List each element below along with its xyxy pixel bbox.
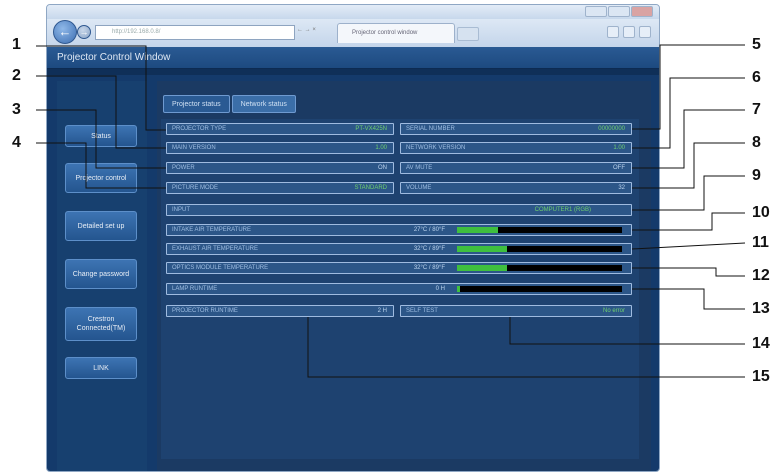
browser-tab[interactable]: Projector control window <box>337 23 455 43</box>
projector-type-label: PROJECTOR TYPE <box>172 126 227 132</box>
minimize-button[interactable] <box>585 6 607 17</box>
intake-air-temp-bar <box>457 227 622 233</box>
callout-14: 14 <box>752 335 770 352</box>
sidebar: Status Projector control Detailed set up… <box>57 81 147 471</box>
self-test-field: SELF TEST No error <box>400 305 632 317</box>
address-controls[interactable]: ← → × <box>297 27 316 33</box>
serial-number-label: SERIAL NUMBER <box>406 126 455 132</box>
callout-12: 12 <box>752 267 770 284</box>
callout-15: 15 <box>752 368 770 385</box>
callout-1: 1 <box>12 36 21 53</box>
maximize-button[interactable] <box>608 6 630 17</box>
volume-field: VOLUME 32 <box>400 182 632 194</box>
network-version-field: NETWORK VERSION 1.00 <box>400 142 632 154</box>
power-label: POWER <box>172 165 195 171</box>
projector-type-value: PT-VX425N <box>355 126 387 132</box>
sidebar-item-crestron[interactable]: Crestron Connected(TM) <box>65 307 137 341</box>
volume-value: 32 <box>618 185 625 191</box>
projector-runtime-value: 2 H <box>377 308 387 314</box>
content-area: Projector status Network status <box>157 81 651 471</box>
callout-7: 7 <box>752 101 761 118</box>
volume-label: VOLUME <box>406 185 432 191</box>
callout-3: 3 <box>12 101 21 118</box>
page: Projector Control Window Status Projecto… <box>47 47 659 471</box>
picture-mode-value: STANDARD <box>354 185 387 191</box>
sidebar-item-detailed-setup[interactable]: Detailed set up <box>65 211 137 241</box>
network-version-label: NETWORK VERSION <box>406 145 466 151</box>
exhaust-air-temp-field: EXHAUST AIR TEMPERATURE 32°C / 89°F <box>166 243 632 255</box>
tab-projector-status[interactable]: Projector status <box>163 95 230 113</box>
exhaust-air-temp-bar-fill <box>457 246 507 252</box>
optics-temp-label: OPTICS MODULE TEMPERATURE <box>172 265 269 271</box>
self-test-value: No error <box>602 308 625 314</box>
lamp-runtime-label: LAMP RUNTIME <box>172 286 218 292</box>
intake-air-temp-label: INTAKE AIR TEMPERATURE <box>172 227 252 233</box>
lamp-runtime-bar <box>457 286 622 292</box>
projector-type-field: PROJECTOR TYPE PT-VX425N <box>166 123 394 135</box>
new-tab-button[interactable] <box>457 27 479 41</box>
callout-10: 10 <box>752 204 770 221</box>
status-tabs: Projector status Network status <box>163 95 296 113</box>
sidebar-item-link[interactable]: LINK <box>65 357 137 379</box>
lamp-runtime-field: LAMP RUNTIME 0 H <box>166 283 632 295</box>
optics-temp-bar-fill <box>457 265 507 271</box>
main-version-field: MAIN VERSION 1.00 <box>166 142 394 154</box>
callout-8: 8 <box>752 134 761 151</box>
callout-9: 9 <box>752 167 761 184</box>
intake-air-temp-bar-fill <box>457 227 499 233</box>
input-value: COMPUTER1 (RGB) <box>534 207 591 213</box>
picture-mode-label: PICTURE MODE <box>172 185 219 191</box>
browser-toolbar: ← → http://192.168.0.8/ ← → × Projector … <box>47 19 659 47</box>
optics-temp-field: OPTICS MODULE TEMPERATURE 32°C / 89°F <box>166 262 632 274</box>
main-version-label: MAIN VERSION <box>172 145 216 151</box>
av-mute-label: AV MUTE <box>406 165 433 171</box>
intake-air-temp-field: INTAKE AIR TEMPERATURE 27°C / 80°F <box>166 224 632 236</box>
address-bar[interactable]: http://192.168.0.8/ <box>95 25 295 40</box>
sidebar-item-status[interactable]: Status <box>65 125 137 147</box>
input-label: INPUT <box>172 207 190 213</box>
exhaust-air-temp-label: EXHAUST AIR TEMPERATURE <box>172 246 259 252</box>
input-field: INPUT COMPUTER1 (RGB) <box>166 204 632 216</box>
optics-temp-bar <box>457 265 622 271</box>
serial-number-value: 00000000 <box>598 126 625 132</box>
network-version-value: 1.00 <box>613 145 625 151</box>
self-test-label: SELF TEST <box>406 308 438 314</box>
callout-2: 2 <box>12 67 21 84</box>
projector-runtime-field: PROJECTOR RUNTIME 2 H <box>166 305 394 317</box>
intake-air-temp-value: 27°C / 80°F <box>413 227 445 233</box>
back-arrow-icon[interactable]: ← <box>53 20 77 44</box>
lamp-runtime-value: 0 H <box>435 286 445 292</box>
settings-gear-icon[interactable] <box>639 26 651 38</box>
callout-13: 13 <box>752 300 770 317</box>
sidebar-item-projector-control[interactable]: Projector control <box>65 163 137 193</box>
exhaust-air-temp-bar <box>457 246 622 252</box>
picture-mode-field: PICTURE MODE STANDARD <box>166 182 394 194</box>
header-strip <box>47 69 659 75</box>
callout-4: 4 <box>12 134 21 151</box>
window-titlebar <box>47 5 659 19</box>
forward-arrow-icon[interactable]: → <box>77 25 91 39</box>
lamp-runtime-bar-fill <box>457 286 461 292</box>
favorites-star-icon[interactable] <box>623 26 635 38</box>
callout-5: 5 <box>752 36 761 53</box>
av-mute-field: AV MUTE OFF <box>400 162 632 174</box>
sidebar-item-change-password[interactable]: Change password <box>65 259 137 289</box>
home-icon[interactable] <box>607 26 619 38</box>
browser-window: ← → http://192.168.0.8/ ← → × Projector … <box>46 4 660 472</box>
projector-runtime-label: PROJECTOR RUNTIME <box>172 308 238 314</box>
exhaust-air-temp-value: 32°C / 89°F <box>413 246 445 252</box>
callout-11: 11 <box>752 234 769 251</box>
callout-6: 6 <box>752 69 761 86</box>
power-value: ON <box>378 165 387 171</box>
optics-temp-value: 32°C / 89°F <box>413 265 445 271</box>
close-window-button[interactable] <box>631 6 653 17</box>
serial-number-field: SERIAL NUMBER 00000000 <box>400 123 632 135</box>
page-title: Projector Control Window <box>47 47 659 69</box>
main-version-value: 1.00 <box>375 145 387 151</box>
power-field: POWER ON <box>166 162 394 174</box>
tab-network-status[interactable]: Network status <box>231 95 296 113</box>
av-mute-value: OFF <box>613 165 625 171</box>
